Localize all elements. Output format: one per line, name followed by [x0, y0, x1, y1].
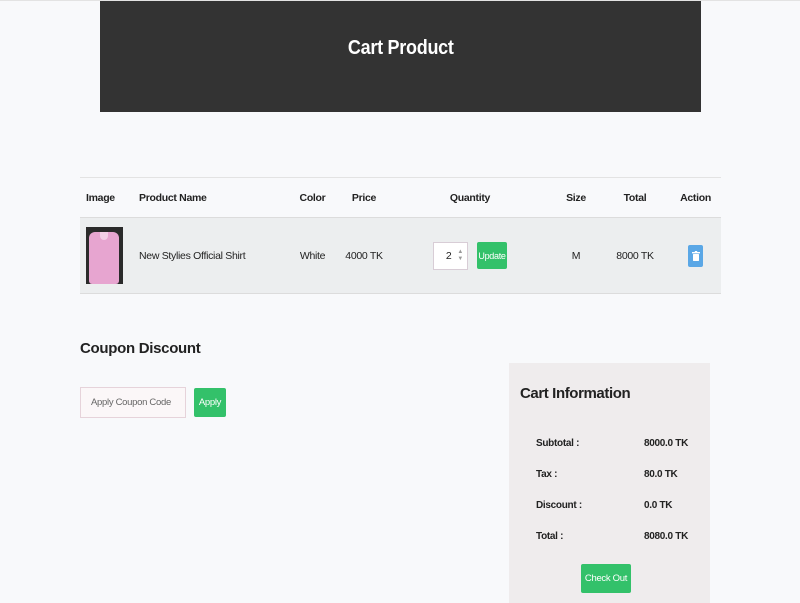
- product-size: M: [552, 217, 600, 294]
- quantity-stepper[interactable]: 2 ▲ ▼: [433, 241, 468, 270]
- cart-information-panel: Cart Information Subtotal : 8000.0 TK Ta…: [509, 363, 710, 603]
- page-banner: Cart Product: [100, 1, 701, 112]
- header-product-name: Product Name: [128, 177, 285, 218]
- stepper-arrows-icon[interactable]: ▲ ▼: [457, 249, 463, 263]
- cart-table: Image Product Name Color Price Quantity …: [80, 177, 721, 294]
- product-price: 4000 TK: [340, 217, 388, 294]
- delete-button[interactable]: [688, 244, 703, 267]
- quantity-cell: 2 ▲ ▼ Update: [388, 217, 552, 294]
- product-image-cell: [80, 217, 128, 294]
- coupon-code-input[interactable]: [80, 387, 186, 418]
- subtotal-label: Subtotal :: [536, 438, 580, 449]
- apply-coupon-button[interactable]: Apply: [194, 388, 226, 417]
- header-price: Price: [340, 177, 388, 218]
- trash-icon: [691, 250, 700, 261]
- cart-info-title: Cart Information: [520, 385, 631, 402]
- action-cell: [670, 217, 721, 294]
- header-color: Color: [285, 177, 340, 218]
- chevron-up-icon[interactable]: ▲: [457, 249, 463, 256]
- quantity-value: 2: [445, 249, 452, 262]
- header-image: Image: [80, 177, 128, 218]
- product-name: New Stylies Official Shirt: [128, 217, 285, 294]
- coupon-title: Coupon Discount: [80, 340, 201, 357]
- header-size: Size: [552, 177, 600, 218]
- table-header-row: Image Product Name Color Price Quantity …: [80, 177, 721, 218]
- product-total: 8000 TK: [600, 217, 670, 294]
- update-button[interactable]: Update: [477, 242, 507, 269]
- chevron-down-icon[interactable]: ▼: [457, 256, 463, 263]
- tax-value: 80.0 TK: [644, 469, 678, 480]
- table-row: New Stylies Official Shirt White 4000 TK…: [80, 217, 721, 294]
- header-action: Action: [670, 177, 721, 218]
- product-color: White: [285, 217, 340, 294]
- page-title: Cart Product: [347, 37, 454, 59]
- total-label: Total :: [536, 531, 564, 542]
- total-value: 8080.0 TK: [644, 531, 688, 542]
- discount-value: 0.0 TK: [644, 500, 673, 511]
- subtotal-value: 8000.0 TK: [644, 438, 688, 449]
- header-total: Total: [600, 177, 670, 218]
- product-image: [85, 227, 123, 284]
- checkout-button[interactable]: Check Out: [581, 564, 631, 593]
- tax-label: Tax :: [536, 469, 558, 480]
- header-quantity: Quantity: [388, 177, 552, 218]
- discount-label: Discount :: [536, 500, 582, 511]
- shirt-image: [89, 232, 119, 284]
